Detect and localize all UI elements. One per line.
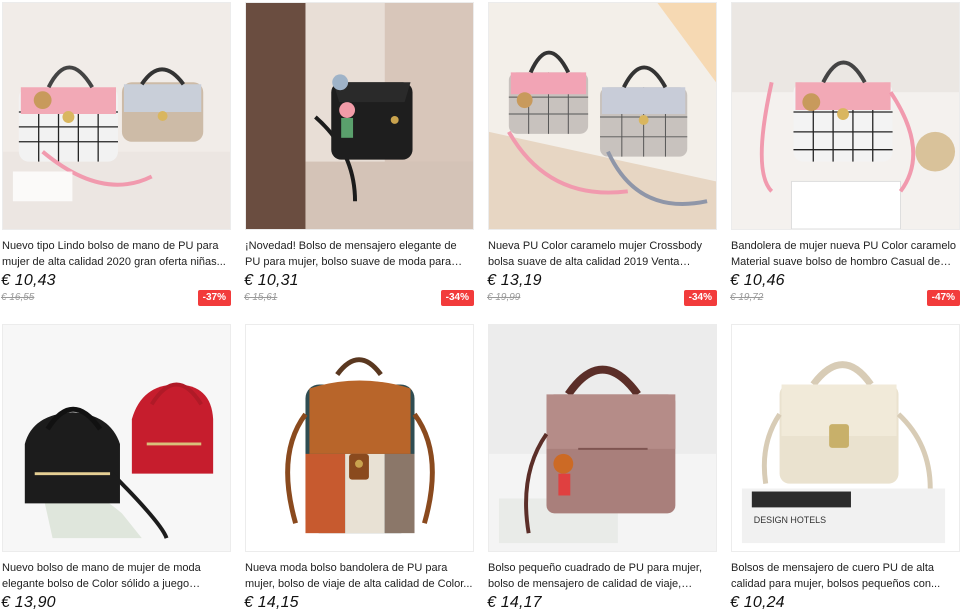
product-photo: [3, 325, 230, 551]
product-title[interactable]: Nuevo tipo Lindo bolso de mano de PU par…: [2, 238, 231, 270]
discount-badge: -34%: [440, 290, 474, 306]
design-hotels-sign: DESIGN HOTELS: [754, 515, 826, 525]
product-photo: [489, 325, 716, 551]
product-old-price: € 15,61: [244, 292, 278, 303]
product-price: € 14,17: [487, 594, 542, 611]
product-price: € 14,15: [244, 594, 299, 611]
product-image[interactable]: [488, 2, 717, 230]
product-card[interactable]: Nuevo bolso de mano de mujer de moda ele…: [0, 322, 233, 612]
product-title[interactable]: Nuevo bolso de mano de mujer de moda ele…: [2, 560, 231, 592]
product-image[interactable]: DESIGN HOTELS: [731, 324, 960, 552]
product-price: € 13,90: [1, 594, 56, 611]
product-photo: [732, 3, 959, 229]
product-card[interactable]: ¡Novedad! Bolso de mensajero elegante de…: [243, 0, 476, 310]
product-price: € 10,43: [1, 272, 56, 289]
discount-badge: -47%: [926, 290, 960, 306]
product-card[interactable]: Bandolera de mujer nueva PU Color carame…: [729, 0, 961, 310]
product-image[interactable]: [731, 2, 960, 230]
product-photo: DESIGN HOTELS: [732, 325, 959, 551]
product-title[interactable]: Bandolera de mujer nueva PU Color carame…: [731, 238, 960, 270]
product-title[interactable]: Bolsos de mensajero de cuero PU de alta …: [731, 560, 960, 592]
product-image[interactable]: [245, 2, 474, 230]
product-grid: Nuevo tipo Lindo bolso de mano de PU par…: [0, 0, 961, 612]
product-price: € 13,19: [487, 272, 542, 289]
product-old-price: € 19,99: [487, 292, 521, 303]
product-image[interactable]: [2, 324, 231, 552]
product-title[interactable]: Nueva moda bolso bandolera de PU para mu…: [245, 560, 474, 592]
product-card[interactable]: DESIGN HOTELS Bolsos de mensajero de cue…: [729, 322, 961, 612]
discount-badge: -34%: [683, 290, 717, 306]
product-card[interactable]: Nueva PU Color caramelo mujer Crossbody …: [486, 0, 719, 310]
product-title[interactable]: Nueva PU Color caramelo mujer Crossbody …: [488, 238, 717, 270]
product-old-price: € 16,55: [1, 292, 35, 303]
product-card[interactable]: Bolso pequeño cuadrado de PU para mujer,…: [486, 322, 719, 612]
product-price: € 10,31: [244, 272, 299, 289]
product-image[interactable]: [488, 324, 717, 552]
product-card[interactable]: Nueva moda bolso bandolera de PU para mu…: [243, 322, 476, 612]
product-image[interactable]: [2, 2, 231, 230]
product-photo: [246, 3, 473, 229]
product-photo: [3, 3, 230, 229]
product-image[interactable]: [245, 324, 474, 552]
product-card[interactable]: Nuevo tipo Lindo bolso de mano de PU par…: [0, 0, 233, 310]
product-title[interactable]: ¡Novedad! Bolso de mensajero elegante de…: [245, 238, 474, 270]
discount-badge: -37%: [197, 290, 231, 306]
product-title[interactable]: Bolso pequeño cuadrado de PU para mujer,…: [488, 560, 717, 592]
product-photo: [246, 325, 473, 551]
product-price: € 10,24: [730, 594, 785, 611]
product-price: € 10,46: [730, 272, 785, 289]
product-photo: [489, 3, 716, 229]
product-old-price: € 19,72: [730, 292, 764, 303]
